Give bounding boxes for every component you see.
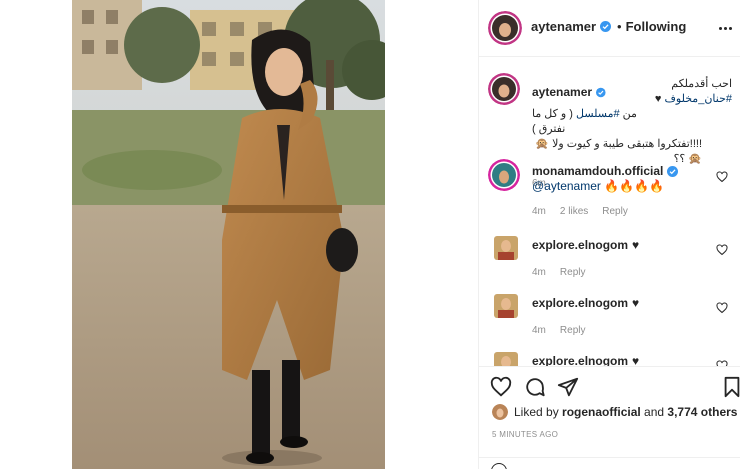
comment-text: ♥ <box>632 238 640 252</box>
add-comment-bar <box>479 457 740 469</box>
liker-username[interactable]: rogenaofficial <box>562 405 641 419</box>
comment-username[interactable]: explore.elnogom <box>532 354 628 366</box>
comment-like-heart-icon[interactable] <box>716 302 728 314</box>
header-separator: • <box>617 19 622 34</box>
emoji-icon[interactable] <box>491 463 507 469</box>
photo-illustration <box>72 0 385 469</box>
bookmark-icon[interactable] <box>721 376 740 398</box>
heart-icon[interactable] <box>490 376 512 398</box>
comment-text: ♥ <box>632 296 640 310</box>
comment-username[interactable]: explore.elnogom <box>532 238 628 253</box>
comment-text: @aytenamer 🔥🔥🔥🔥 <box>532 179 664 193</box>
comment-avatar[interactable] <box>494 236 518 260</box>
comment-body: monamamdouh.official @aytenamer 🔥🔥🔥🔥 4m … <box>532 164 732 219</box>
comment-meta: 4m 2 likes Reply <box>532 204 732 219</box>
likes-summary: Liked by rogenaofficial and 3,774 others <box>492 404 737 420</box>
caption-hashtag-2[interactable]: #مسلسل <box>576 108 620 120</box>
comment-meta: 4m Reply <box>532 265 732 280</box>
comment-avatar[interactable] <box>494 294 518 318</box>
comment-time: 4m <box>532 267 546 278</box>
comment-username[interactable]: explore.elnogom <box>532 296 628 311</box>
verified-badge-icon <box>596 87 606 97</box>
comment-meta: 4m Reply <box>532 323 732 338</box>
author-avatar[interactable] <box>488 11 522 45</box>
likes-count[interactable]: 3,774 others <box>667 405 737 419</box>
caption-username[interactable]: aytenamer <box>532 85 592 100</box>
post-actions: Liked by rogenaofficial and 3,774 others… <box>479 366 740 469</box>
comment-time: 4m <box>532 206 546 217</box>
post-timestamp: 5 MINUTES AGO <box>492 430 559 439</box>
reply-button[interactable]: Reply <box>602 204 628 219</box>
reply-button[interactable]: Reply <box>560 323 586 338</box>
comment-text: ♥ <box>632 354 640 366</box>
caption-line2: من #مسلسل ( و كل ما نفترق ) <box>532 108 637 135</box>
header-username[interactable]: aytenamer <box>531 19 596 34</box>
post-header: aytenamer • Following <box>479 0 740 57</box>
caption-hashtag-1[interactable]: #حنان_مخلوف <box>664 93 732 105</box>
caption-line1: احب أقدملكم #حنان_مخلوف ♥ <box>654 78 732 105</box>
liker-avatar[interactable] <box>492 404 508 420</box>
comment-likes[interactable]: 2 likes <box>560 204 588 219</box>
following-button[interactable]: Following <box>626 19 687 34</box>
post-media-area <box>0 0 478 469</box>
verified-badge-icon <box>600 21 612 32</box>
verified-badge-icon <box>667 166 679 177</box>
comments-list: aytenamer احب أقدملكم #حنان_مخلوف ♥ من #… <box>479 58 740 366</box>
comment-body: explore.elnogom ♥ 4m Reply <box>532 238 732 280</box>
paper-plane-icon[interactable] <box>557 376 579 398</box>
caption-line3: !!!!تفتكروا هتبقى طيبة و كيوت ولا 🙊🙊 ؟؟ <box>535 138 702 165</box>
comment-mention[interactable]: @aytenamer <box>532 179 601 193</box>
post-photo[interactable] <box>72 0 385 469</box>
comment-body: explore.elnogom ♥ <box>532 354 732 366</box>
comment-like-heart-icon[interactable] <box>716 171 728 183</box>
comment-username[interactable]: monamamdouh.official <box>532 164 663 179</box>
comment-icon[interactable] <box>524 376 546 398</box>
comment-like-heart-icon[interactable] <box>716 244 728 256</box>
comment-time: 4m <box>532 325 546 336</box>
caption-avatar[interactable] <box>488 73 520 105</box>
comment-avatar[interactable] <box>488 159 520 191</box>
likes-text: Liked by rogenaofficial and 3,774 others <box>514 405 738 419</box>
reply-button[interactable]: Reply <box>560 265 586 280</box>
post-sidebar: aytenamer • Following aytenamer احب أقدم… <box>478 0 740 469</box>
more-dots-icon[interactable] <box>715 22 735 34</box>
comment-body: explore.elnogom ♥ 4m Reply <box>532 296 732 338</box>
comment-avatar[interactable] <box>494 352 518 366</box>
header-user-line: aytenamer • Following <box>531 19 686 34</box>
